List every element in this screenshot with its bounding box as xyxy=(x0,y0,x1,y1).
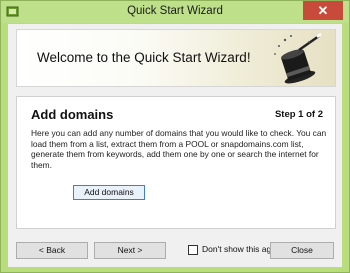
step-indicator: Step 1 of 2 xyxy=(274,109,323,120)
window-close-button[interactable]: ✕ xyxy=(303,1,343,20)
close-button[interactable]: Close xyxy=(270,242,334,259)
back-button[interactable]: < Back xyxy=(16,242,88,259)
section-heading: Add domains xyxy=(31,107,114,122)
description-text: Here you can add any number of domains t… xyxy=(31,128,327,170)
next-button[interactable]: Next > xyxy=(94,242,166,259)
wizard-window: Quick Start Wizard ✕ Welcome to the Quic… xyxy=(0,0,350,273)
content-panel: Add domains Step 1 of 2 Here you can add… xyxy=(16,96,336,229)
wizard-client-area: Welcome to the Quick Start Wizard! Add d… xyxy=(8,24,342,267)
welcome-text: Welcome to the Quick Start Wizard! xyxy=(37,50,251,65)
add-domains-button[interactable]: Add domains xyxy=(73,185,145,200)
window-title: Quick Start Wizard xyxy=(127,5,223,17)
checkbox-box[interactable] xyxy=(188,245,198,255)
welcome-banner: Welcome to the Quick Start Wizard! xyxy=(16,29,336,87)
magic-hat-icon xyxy=(274,33,322,84)
title-bar[interactable]: Quick Start Wizard ✕ xyxy=(1,1,349,23)
